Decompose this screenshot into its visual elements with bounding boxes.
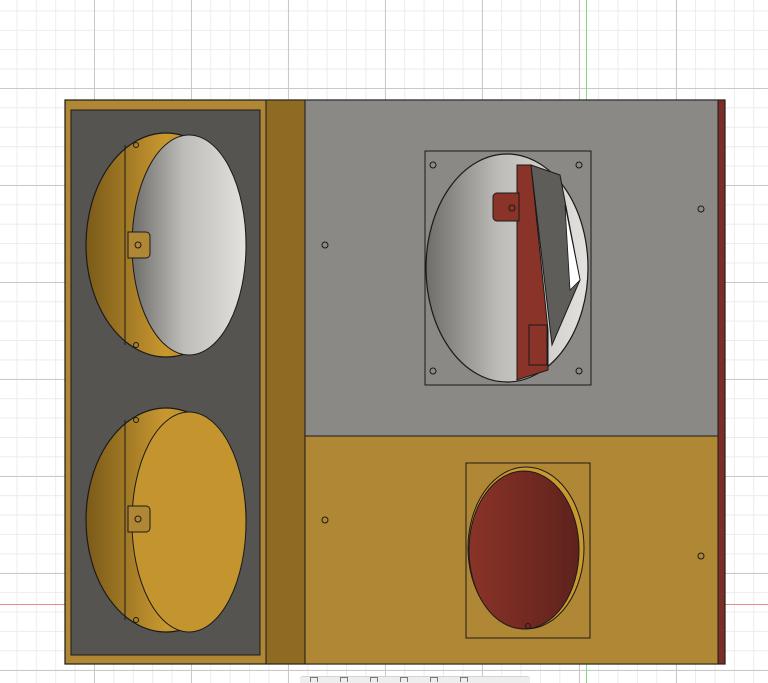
zoom-icon[interactable] (370, 677, 378, 682)
enclosure-model[interactable] (0, 0, 768, 683)
left-top-driver-hole[interactable] (85, 132, 247, 358)
look-icon[interactable] (400, 677, 408, 682)
design-canvas[interactable] (0, 0, 768, 683)
right-edge-panel[interactable] (717, 99, 726, 665)
display-icon[interactable] (460, 677, 468, 682)
orbit-icon[interactable] (310, 677, 318, 682)
divider-strip[interactable] (265, 99, 306, 665)
left-bottom-driver-hole[interactable] (85, 407, 247, 633)
navigation-bar[interactable] (300, 676, 530, 683)
fit-icon[interactable] (430, 677, 438, 682)
pan-icon[interactable] (340, 677, 348, 682)
